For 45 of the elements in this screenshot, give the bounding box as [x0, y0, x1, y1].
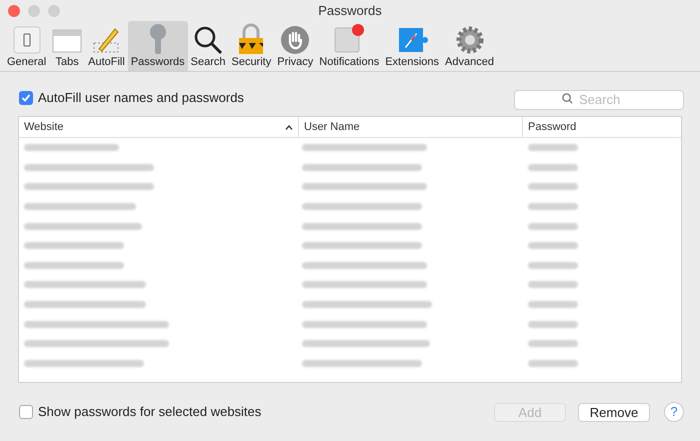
blurred-text [528, 262, 578, 269]
dialog-button[interactable]: Remove [578, 402, 650, 422]
toolbar-tab[interactable]: AutoFill [85, 21, 128, 71]
blurred-text [528, 183, 578, 190]
checkmark-icon [21, 93, 31, 103]
show-passwords-checkbox[interactable]: Show passwords for selected websites [19, 402, 262, 422]
blurred-text [528, 164, 578, 171]
blurred-text [528, 320, 578, 328]
minimize-button[interactable] [28, 5, 40, 17]
hand-icon [280, 25, 310, 55]
toolbar-tab[interactable]: Tabs [49, 21, 86, 71]
toolbar-tab[interactable]: Search [188, 21, 228, 71]
help-button[interactable]: ? [664, 402, 684, 422]
column-header[interactable]: User Name [299, 117, 523, 137]
blurred-text [528, 144, 578, 152]
toolbar-tab[interactable]: Privacy [274, 21, 316, 71]
toolbar-tab[interactable]: Advanced [442, 21, 497, 71]
switch-icon [12, 25, 42, 55]
window-title: Passwords [318, 2, 382, 20]
gear-icon [454, 25, 484, 55]
close-button[interactable] [8, 5, 20, 17]
notification-badge-icon [333, 23, 366, 55]
toolbar-tab[interactable]: Passwords [128, 21, 188, 71]
toolbar-tab[interactable]: Notifications [316, 21, 382, 71]
blurred-text [528, 340, 578, 348]
toolbar-tab[interactable]: Extensions [382, 21, 442, 71]
blurred-text [528, 281, 578, 288]
toolbar-tab[interactable]: Security [228, 21, 274, 71]
blurred-text [528, 203, 578, 210]
checkbox[interactable] [19, 405, 33, 419]
column-header[interactable]: Website [19, 117, 299, 137]
checkbox[interactable] [19, 91, 33, 105]
blurred-text [528, 301, 578, 308]
search-field[interactable]: Search [514, 90, 684, 110]
blurred-text [528, 222, 578, 230]
toolbar-tab[interactable]: General [4, 21, 50, 71]
zoom-button[interactable] [48, 5, 60, 17]
search-icon [193, 25, 224, 55]
blurred-text [528, 360, 578, 367]
search-icon [562, 93, 573, 104]
blurred-text [528, 242, 578, 250]
column-header[interactable]: Password [523, 117, 681, 137]
autofill-checkbox[interactable]: AutoFill user names and passwords [19, 88, 244, 108]
sort-caret-icon [285, 124, 293, 130]
puzzle-compass-icon [396, 25, 428, 55]
